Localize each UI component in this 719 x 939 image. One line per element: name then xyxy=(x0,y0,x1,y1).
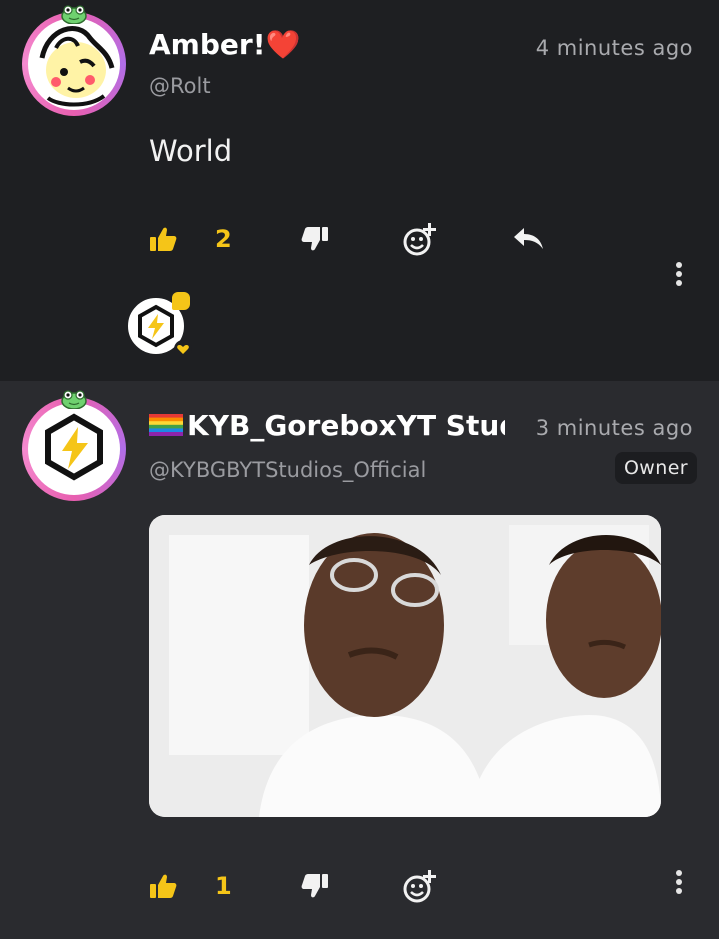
chat-bubble-icon xyxy=(172,292,190,310)
comment-text: World xyxy=(149,134,233,168)
avatar[interactable] xyxy=(22,390,126,501)
more-options-button[interactable] xyxy=(673,870,685,900)
more-dot xyxy=(676,280,682,286)
frog-icon xyxy=(61,390,87,409)
owner-badge: Owner xyxy=(614,452,697,484)
rainbow-flag-icon xyxy=(149,414,183,436)
dislike-button[interactable] xyxy=(301,864,337,908)
frog-icon xyxy=(61,5,87,24)
thumbs-down-icon xyxy=(301,227,328,251)
like-button[interactable] xyxy=(149,217,185,261)
like-count: 1 xyxy=(215,872,232,900)
comment-item: Amber!❤️ @Rolt 4 minutes ago World 2 xyxy=(0,0,719,381)
more-dot xyxy=(676,271,682,277)
display-name[interactable]: Amber!❤️ xyxy=(149,28,300,61)
heart-emoji: ❤️ xyxy=(265,28,301,61)
dislike-button[interactable] xyxy=(301,217,337,261)
more-options-button[interactable] xyxy=(673,262,685,292)
timestamp: 4 minutes ago xyxy=(535,36,693,60)
more-dot xyxy=(676,888,682,894)
like-button[interactable] xyxy=(149,864,185,908)
avatar-image xyxy=(28,403,120,495)
comment-actions: 1 xyxy=(149,864,719,908)
avatar-frame xyxy=(22,397,126,501)
add-reaction-button[interactable] xyxy=(402,217,442,261)
display-name-text: KYB_GoreboxYT Studios xyxy=(187,409,505,442)
username-handle[interactable]: @Rolt xyxy=(149,74,211,98)
thumbs-up-icon xyxy=(150,227,177,251)
comment-item: KYB_GoreboxYT Studios @KYBGBYTStudios_Of… xyxy=(0,381,719,939)
comment-actions: 2 xyxy=(149,217,719,261)
like-count: 2 xyxy=(215,225,232,253)
avatar-image xyxy=(28,18,120,110)
reply-icon xyxy=(514,228,543,249)
avatar[interactable] xyxy=(22,5,126,116)
more-dot xyxy=(676,879,682,885)
reply-button[interactable] xyxy=(512,217,552,261)
add-reaction-icon xyxy=(403,223,436,256)
display-name[interactable]: KYB_GoreboxYT Studios xyxy=(149,409,505,442)
add-reaction-button[interactable] xyxy=(402,864,442,908)
thumbs-up-icon xyxy=(150,874,177,898)
heart-icon xyxy=(174,340,192,358)
more-vertical-icon xyxy=(676,262,682,268)
display-name-text: Amber! xyxy=(149,28,266,61)
username-handle[interactable]: @KYBGBYTStudios_Official xyxy=(149,458,426,482)
more-vertical-icon xyxy=(676,870,682,876)
thumbs-down-icon xyxy=(301,874,328,898)
add-reaction-icon xyxy=(403,870,436,903)
gif-attachment[interactable] xyxy=(149,515,661,817)
timestamp: 3 minutes ago xyxy=(535,416,693,440)
reaction-summary[interactable] xyxy=(128,292,192,362)
avatar-frame xyxy=(22,12,126,116)
